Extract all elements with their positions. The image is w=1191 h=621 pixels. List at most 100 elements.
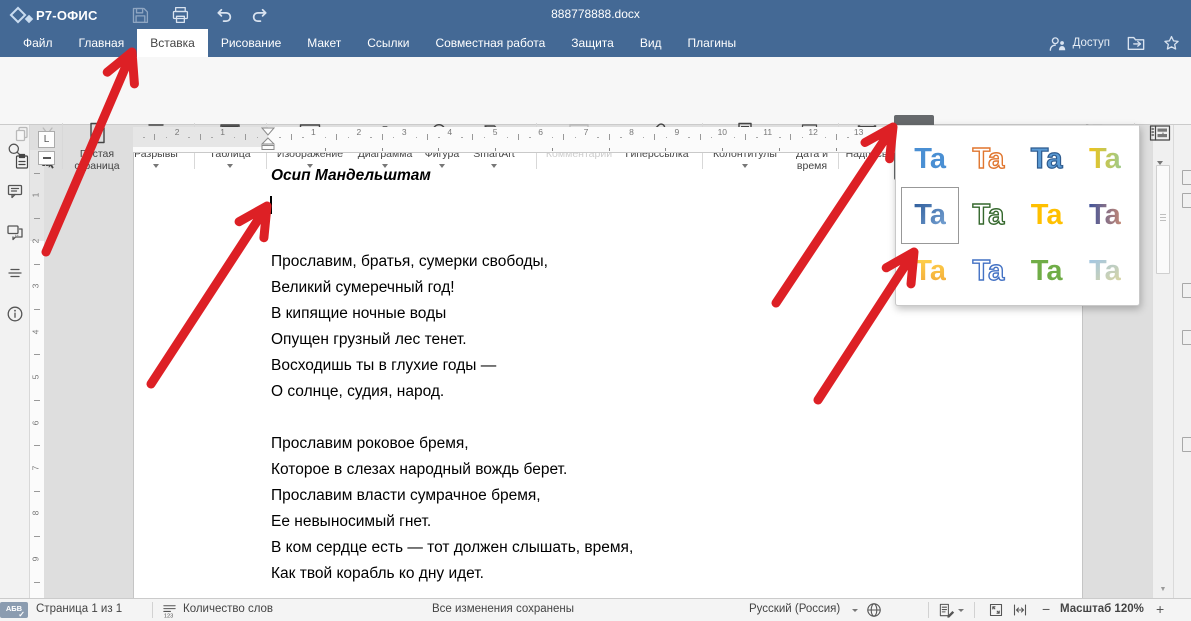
logo-diamond-icon	[10, 7, 27, 24]
poem-line: Прославим роковое бремя,	[271, 431, 633, 457]
chat-panel-icon[interactable]	[6, 223, 24, 241]
favorite-star-icon[interactable]	[1162, 34, 1181, 52]
logo-diamond-small-icon	[25, 15, 33, 23]
fit-page-icon[interactable]	[988, 602, 1004, 618]
textart-gallery-panel: Ta Ta Ta Ta Ta Ta Ta Ta Ta Ta Ta Ta	[895, 125, 1140, 306]
textart-style-option[interactable]: Ta	[901, 131, 959, 187]
document-language-icon[interactable]	[866, 602, 882, 618]
tab-insert[interactable]: Вставка	[137, 29, 208, 57]
textart-style-option[interactable]: Ta	[959, 187, 1017, 243]
stanza-1[interactable]: Прославим, братья, сумерки свободы, Вели…	[271, 249, 548, 405]
word-count-label[interactable]: Количество слов	[183, 603, 273, 615]
image-dropdown-caret	[307, 164, 313, 171]
shape-dropdown-caret	[439, 164, 445, 171]
stanza-2[interactable]: Прославим роковое бремя, Которое в слеза…	[271, 431, 633, 587]
textart-style-option[interactable]: Ta	[1018, 187, 1076, 243]
saved-status-label: Все изменения сохранены	[432, 603, 574, 615]
tab-file[interactable]: Файл	[10, 29, 66, 57]
track-changes-icon[interactable]	[938, 602, 955, 619]
image-settings-icon[interactable]	[1182, 283, 1191, 298]
about-info-icon[interactable]	[6, 305, 24, 323]
poem-line: О солнце, судия, народ.	[271, 379, 548, 405]
tab-plugins[interactable]: Плагины	[675, 29, 750, 57]
textbox-dropdown-caret	[864, 164, 870, 171]
textart-style-option-selected[interactable]: Ta	[901, 187, 959, 243]
tab-layout[interactable]: Макет	[294, 29, 354, 57]
ribbon-tabs: Файл Главная Вставка Рисование Макет Ссы…	[0, 29, 1191, 57]
panels-button[interactable]	[1140, 115, 1180, 180]
svg-text:123: 123	[164, 614, 173, 619]
save-icon	[128, 4, 152, 26]
indent-markers[interactable]	[260, 126, 276, 154]
copy-icon	[9, 121, 34, 147]
paragraph-settings-icon[interactable]	[1182, 170, 1191, 185]
table-settings-icon[interactable]	[1182, 193, 1191, 208]
redo-icon[interactable]	[248, 4, 272, 26]
textart-style-option[interactable]: Ta	[1018, 244, 1076, 300]
poem-line: Прославим, братья, сумерки свободы,	[271, 249, 548, 275]
zoom-out-button[interactable]: −	[1042, 601, 1050, 617]
page-count-label[interactable]: Страница 1 из 1	[36, 603, 122, 615]
access-label: Доступ	[1073, 37, 1110, 49]
headers-footers-dropdown-caret	[742, 164, 748, 171]
app-logo: Р7-ОФИС	[12, 4, 98, 26]
breaks-dropdown-caret	[153, 164, 159, 171]
print-icon[interactable]	[168, 4, 192, 26]
undo-icon[interactable]	[212, 4, 236, 26]
fit-width-icon[interactable]	[1012, 602, 1028, 618]
blank-page-label: Пустая страница	[66, 149, 128, 172]
tab-view[interactable]: Вид	[627, 29, 675, 57]
textart-style-option[interactable]: Ta	[1018, 131, 1076, 187]
textart-style-option[interactable]: Ta	[901, 244, 959, 300]
language-selector[interactable]: Русский (Россия)	[749, 603, 840, 615]
poem-line: Ее невыносимый гнет.	[271, 509, 633, 535]
blank-page-button[interactable]: Пустая страница	[66, 115, 128, 180]
language-caret	[852, 609, 858, 615]
blank-page-icon	[84, 119, 110, 147]
panels-icon	[1147, 119, 1173, 147]
tab-home[interactable]: Главная	[66, 29, 138, 57]
poem-line: Которое в слезах народный вождь берет.	[271, 457, 633, 483]
paste-icon[interactable]	[9, 148, 34, 174]
poem-line: Великий сумеречный год!	[271, 275, 548, 301]
tab-stop-selector[interactable]: L	[38, 131, 55, 148]
vertical-scrollbar[interactable]: ▲ ▼	[1152, 125, 1173, 598]
track-changes-caret	[958, 609, 964, 615]
textart-style-option[interactable]: Ta	[1076, 131, 1134, 187]
status-bar: Страница 1 из 1 123 Количество слов Все …	[0, 598, 1191, 621]
zoom-level-label: Масштаб 120%	[1060, 603, 1144, 615]
poem-line: Опущен грузный лес тенет.	[271, 327, 548, 353]
poem-line: В ком сердце есть — тот должен слышать, …	[271, 535, 633, 561]
textart-settings-icon[interactable]	[1182, 437, 1191, 452]
comments-panel-icon[interactable]	[6, 182, 24, 200]
document-title: 888778888.docx	[300, 7, 891, 21]
poem-line: Как твой корабль ко дну идет.	[271, 561, 633, 587]
insert-toolbar: Пустая страница Разрывы Таблица Изображе…	[0, 57, 1191, 125]
tab-draw[interactable]: Рисование	[208, 29, 294, 57]
zoom-in-button[interactable]: +	[1156, 601, 1164, 617]
scrollbar-thumb[interactable]	[1156, 165, 1170, 274]
poem-line: В кипящие ночные воды	[271, 301, 548, 327]
navigation-panel-icon[interactable]	[6, 264, 24, 282]
panels-dropdown-caret	[1157, 161, 1163, 168]
smartart-dropdown-caret	[491, 164, 497, 171]
tab-collaboration[interactable]: Совместная работа	[422, 29, 558, 57]
tab-references[interactable]: Ссылки	[354, 29, 422, 57]
open-file-location-icon[interactable]	[1126, 34, 1146, 52]
textart-style-option[interactable]: Ta	[959, 131, 1017, 187]
chart-settings-icon[interactable]	[1182, 330, 1191, 345]
scroll-down-icon[interactable]: ▼	[1155, 581, 1171, 597]
poem-line: Восходишь ты в глухие годы —	[271, 353, 548, 379]
app-window: Р7-ОФИС 888778888.docx Файл Главная Вста…	[0, 0, 1191, 621]
textart-style-option[interactable]: Ta	[1076, 187, 1134, 243]
tab-protection[interactable]: Защита	[558, 29, 627, 57]
spellcheck-toggle[interactable]: АБВ ✓	[0, 602, 28, 618]
text-cursor	[270, 196, 272, 214]
textart-style-option[interactable]: Ta	[1076, 244, 1134, 300]
share-access-button[interactable]: Доступ	[1048, 34, 1110, 52]
vertical-ruler[interactable]: 123456789	[30, 150, 44, 598]
right-panel-strip	[1173, 125, 1191, 598]
textart-style-option[interactable]: Ta	[959, 244, 1017, 300]
left-sidebar	[0, 125, 30, 598]
indent-selector[interactable]	[38, 151, 55, 165]
